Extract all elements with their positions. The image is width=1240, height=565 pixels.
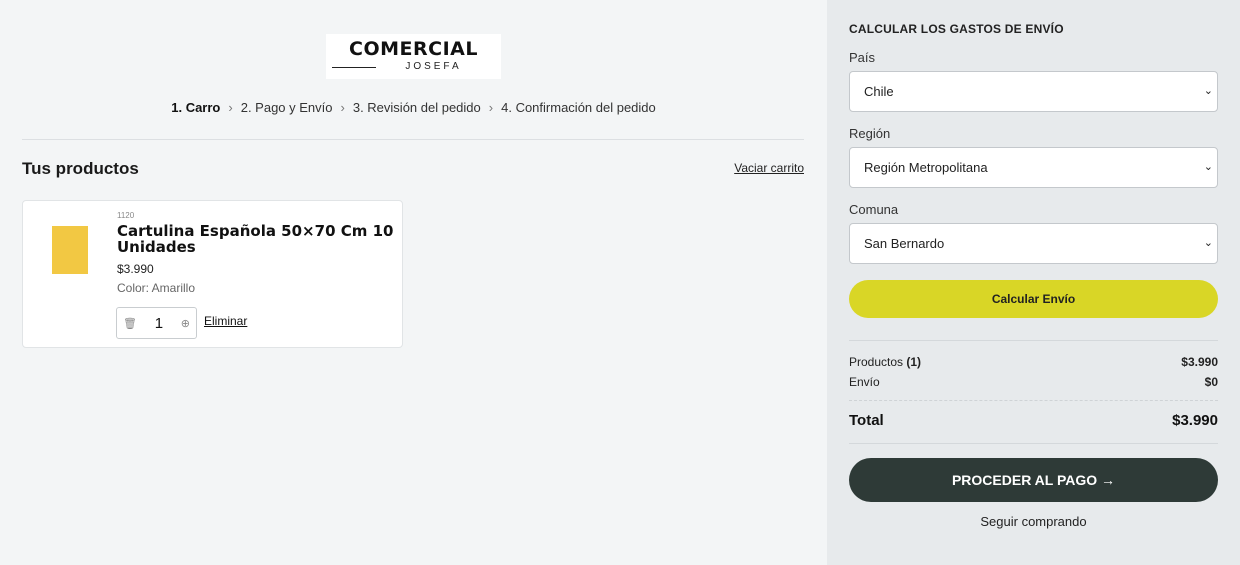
product-price: $3.990 — [117, 262, 154, 276]
continue-shopping-link[interactable]: Seguir comprando — [849, 514, 1218, 529]
commune-value: San Bernardo — [864, 236, 945, 251]
products-label: Productos — [849, 355, 904, 369]
total-label: Total — [849, 412, 884, 429]
total-row: Total $3.990 — [849, 412, 1218, 429]
product-variant: Color: Amarillo — [117, 281, 196, 295]
commune-select[interactable]: San Bernardo ⌄ — [849, 223, 1218, 264]
chevron-right-icon: › — [340, 100, 345, 115]
chevron-down-icon: ⌄ — [1203, 85, 1213, 97]
region-value: Región Metropolitana — [864, 160, 988, 175]
empty-cart-link[interactable]: Vaciar carrito — [734, 161, 804, 175]
step-cart: 1. Carro — [171, 100, 221, 115]
chevron-down-icon: ⌄ — [1203, 237, 1213, 249]
shipping-value: $0 — [1204, 375, 1218, 389]
trash-icon[interactable]: 🗑 — [123, 317, 137, 330]
cart-item: 1120 Cartulina Española 50×70 Cm 10 Unid… — [22, 200, 403, 348]
product-swatch — [52, 226, 88, 274]
region-select[interactable]: Región Metropolitana ⌄ — [849, 147, 1218, 188]
step-payment-shipping: 2. Pago y Envío — [240, 100, 333, 115]
store-logo[interactable]: COMERCIAL JOSEFA — [326, 34, 501, 79]
commune-label: Comuna — [849, 202, 899, 217]
summary-dashed-divider — [849, 400, 1218, 401]
quantity-stepper: 🗑 1 ⊕ — [116, 307, 197, 339]
step-order-confirmation: 4. Confirmación del pedido — [501, 100, 656, 115]
calculate-shipping-button[interactable]: Calcular Envío — [849, 280, 1218, 318]
product-sku: 1120 — [117, 211, 135, 220]
logo-wordmark: COMERCIAL — [349, 38, 478, 60]
shipping-title: CALCULAR LOS GASTOS DE ENVÍO — [849, 22, 1064, 36]
shipping-row: Envío $0 — [849, 375, 1218, 389]
cart-main: COMERCIAL JOSEFA 1. Carro › 2. Pago y Enví… — [0, 0, 827, 565]
step-order-review: 3. Revisión del pedido — [352, 100, 481, 115]
proceed-to-payment-button[interactable]: PROCEDER AL PAGO → — [849, 458, 1218, 502]
checkout-steps: 1. Carro › 2. Pago y Envío › 3. Revisión del… — [0, 100, 827, 115]
shipping-sidebar: CALCULAR LOS GASTOS DE ENVÍO País Chile … — [827, 0, 1240, 565]
products-row: Productos (1) $3.990 — [849, 355, 1218, 369]
country-select[interactable]: Chile ⌄ — [849, 71, 1218, 112]
quantity-value[interactable]: 1 — [155, 315, 163, 332]
shipping-label: Envío — [849, 375, 880, 389]
country-value: Chile — [864, 84, 894, 99]
chevron-right-icon: › — [228, 100, 233, 115]
region-label: Región — [849, 126, 891, 141]
summary-divider — [849, 340, 1218, 341]
total-divider — [849, 443, 1218, 444]
total-value: $3.990 — [1172, 412, 1218, 429]
products-count: (1) — [906, 355, 922, 369]
product-image[interactable] — [31, 211, 109, 289]
remove-item-link[interactable]: Eliminar — [204, 314, 247, 328]
header-divider — [22, 139, 804, 140]
plus-circle-icon[interactable]: ⊕ — [181, 317, 190, 330]
chevron-down-icon: ⌄ — [1203, 161, 1213, 173]
products-title: Tus productos — [22, 159, 139, 178]
logo-subtitle: JOSEFA — [326, 60, 501, 74]
products-value: $3.990 — [1181, 355, 1218, 369]
country-label: País — [849, 50, 876, 65]
product-name[interactable]: Cartulina Española 50×70 Cm 10 Unidades — [117, 223, 397, 255]
chevron-right-icon: › — [488, 100, 494, 115]
